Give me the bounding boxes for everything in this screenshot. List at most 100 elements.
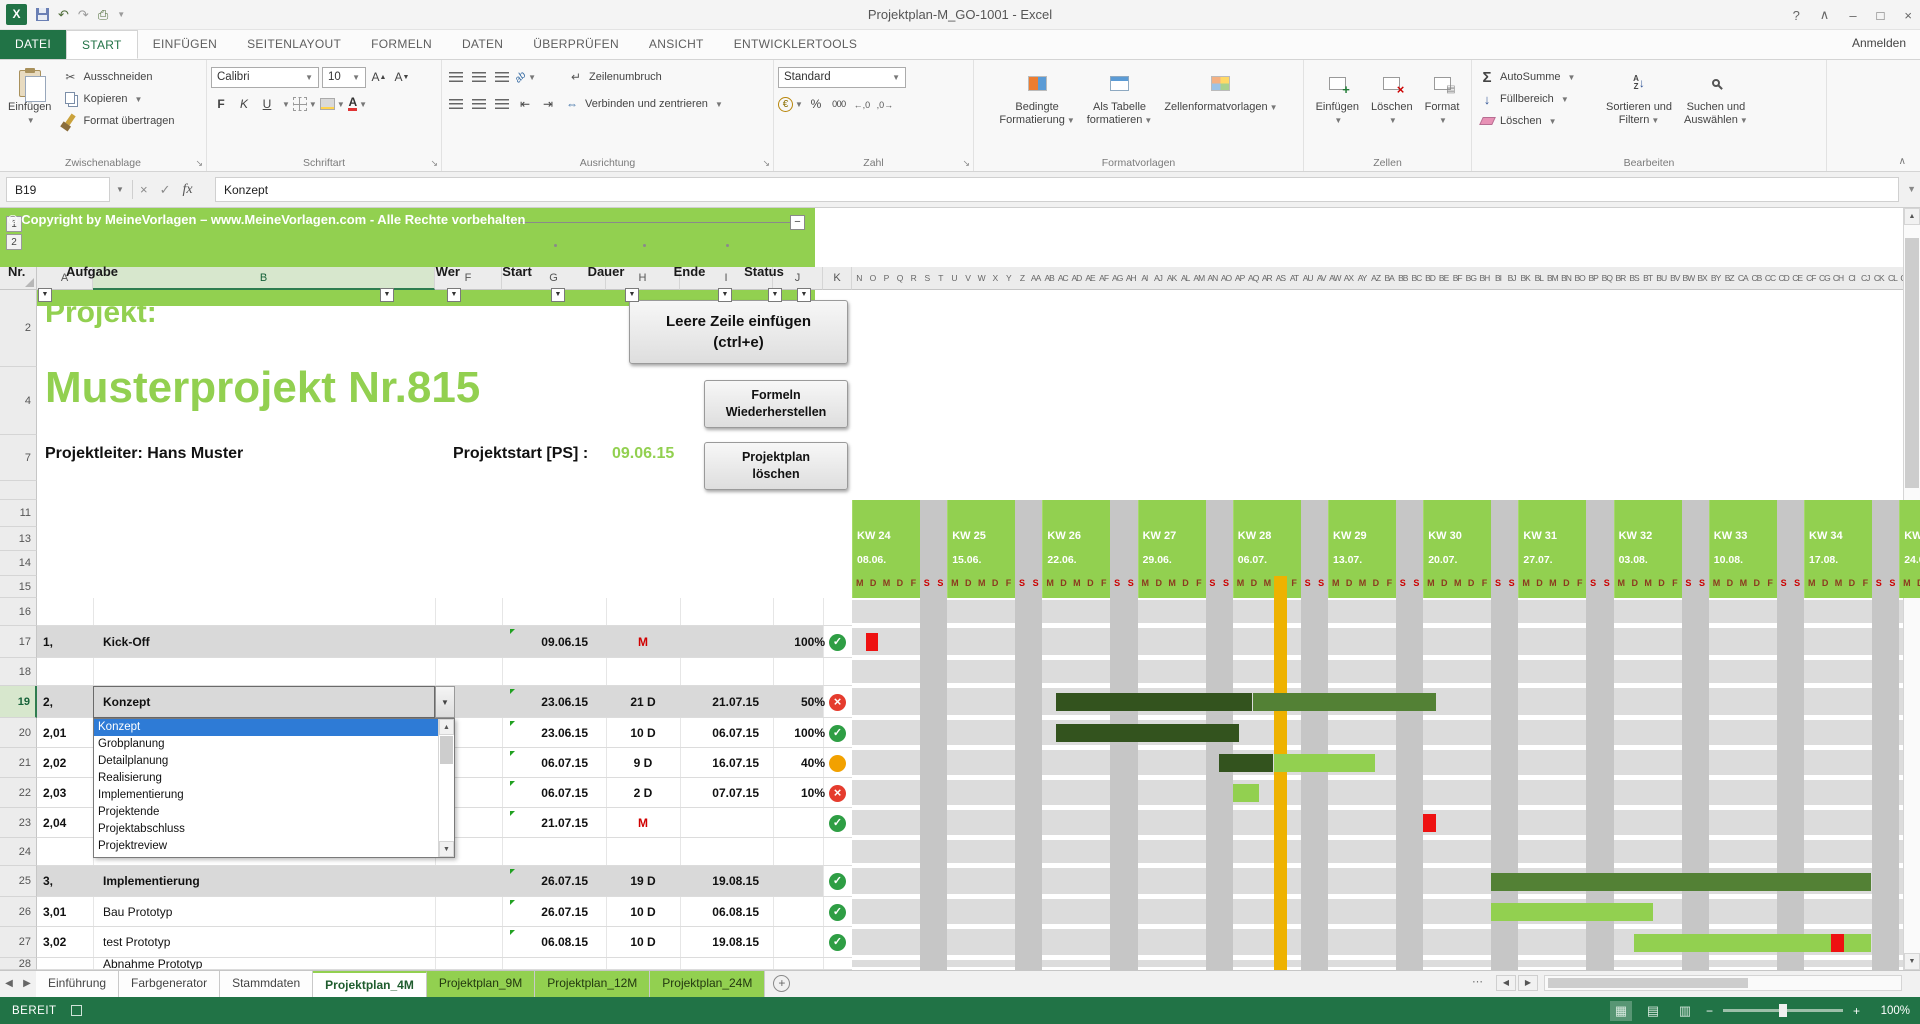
expand-formula-bar-icon[interactable]: ▼ xyxy=(1907,184,1916,194)
dropdown-item[interactable]: Projektabschluss xyxy=(94,821,438,838)
dropdown-item[interactable]: Implementierung xyxy=(94,787,438,804)
sheet-tab-projektplan_4m[interactable]: Projektplan_4M xyxy=(313,971,427,997)
insert-empty-row-button[interactable]: Leere Zeile einfügen(ctrl+e) xyxy=(629,300,848,364)
column-header-CB[interactable]: CB xyxy=(1750,267,1765,290)
ribbon-tab-start[interactable]: START xyxy=(66,30,138,59)
dialog-launcher-icon[interactable]: ↘ xyxy=(195,158,203,169)
enter-icon[interactable]: ✓ xyxy=(160,182,171,198)
tab-split-handle[interactable]: ⋯ xyxy=(1472,975,1484,988)
column-header-BZ[interactable]: BZ xyxy=(1722,267,1737,290)
scroll-thumb[interactable] xyxy=(1905,238,1919,488)
increase-indent-icon[interactable]: ⇥ xyxy=(538,94,558,114)
cell-ende[interactable]: 19.08.15 xyxy=(680,927,759,957)
row-header-19[interactable]: 19 xyxy=(0,686,37,718)
wrap-text-button[interactable]: ↵Zeilenumbruch xyxy=(565,67,665,87)
cell-dauer[interactable]: 21 D xyxy=(606,686,680,717)
column-header-AY[interactable]: AY xyxy=(1355,267,1370,290)
autosum-button[interactable]: ΣAutoSumme▼ xyxy=(1476,67,1598,87)
name-box[interactable]: B19 xyxy=(6,177,110,202)
row-header-20[interactable]: 20 xyxy=(0,718,37,748)
dropdown-item[interactable]: Projektende xyxy=(94,804,438,821)
cell-wer[interactable] xyxy=(435,866,497,896)
column-header-BC[interactable]: BC xyxy=(1410,267,1425,290)
font-family-select[interactable]: Calibri▼ xyxy=(211,67,319,88)
zoom-in-icon[interactable]: + xyxy=(1853,1004,1860,1018)
ribbon-tab-entwicklertools[interactable]: ENTWICKLERTOOLS xyxy=(719,30,872,59)
column-header-BB[interactable]: BB xyxy=(1396,267,1411,290)
dropdown-item[interactable]: Grobplanung xyxy=(94,736,438,753)
formula-input[interactable]: Konzept xyxy=(215,177,1899,202)
ribbon-tab-seitenlayout[interactable]: SEITENLAYOUT xyxy=(232,30,356,59)
column-header-BH[interactable]: BH xyxy=(1478,267,1493,290)
column-header-BW[interactable]: BW xyxy=(1682,267,1697,290)
column-header-O[interactable]: O xyxy=(866,267,881,290)
filter-icon[interactable]: ▼ xyxy=(625,288,639,302)
column-header-Z[interactable]: Z xyxy=(1015,267,1030,290)
cell-status-pct[interactable]: 10% xyxy=(773,778,825,807)
comma-style-button[interactable]: 000 xyxy=(829,94,849,114)
column-header-AR[interactable]: AR xyxy=(1260,267,1275,290)
column-header-BT[interactable]: BT xyxy=(1641,267,1656,290)
cell-nr[interactable]: 3,01 xyxy=(43,897,93,926)
sheet-tab-farbgenerator[interactable]: Farbgenerator xyxy=(119,971,220,997)
cell-ende[interactable] xyxy=(680,626,759,657)
filter-icon[interactable]: ▼ xyxy=(380,288,394,302)
sheet-tab-projektplan_9m[interactable]: Projektplan_9M xyxy=(427,971,535,997)
cell-wer[interactable] xyxy=(435,927,497,957)
help-icon[interactable]: ? xyxy=(1793,8,1800,23)
column-header-R[interactable]: R xyxy=(906,267,921,290)
cell-nr[interactable]: 3,02 xyxy=(43,927,93,957)
sort-filter-button[interactable]: AZ↓ Sortieren und Filtern▼ xyxy=(1602,65,1676,153)
cell-wer[interactable] xyxy=(435,958,497,969)
collapse-ribbon-icon[interactable]: ∧ xyxy=(1899,156,1906,167)
column-header-AS[interactable]: AS xyxy=(1274,267,1289,290)
row-header-hidden[interactable] xyxy=(0,481,37,500)
merge-center-button[interactable]: ⇔Verbinden und zentrieren▼ xyxy=(561,94,726,114)
cell-dauer[interactable]: 10 D xyxy=(606,718,680,747)
hscroll-right-icon[interactable]: ▶ xyxy=(1518,975,1538,991)
underline-button[interactable]: U xyxy=(257,94,277,114)
column-header-BP[interactable]: BP xyxy=(1586,267,1601,290)
cell-dauer[interactable]: 19 D xyxy=(606,866,680,896)
scroll-down-icon[interactable]: ▼ xyxy=(1904,953,1920,970)
column-header-AT[interactable]: AT xyxy=(1287,267,1302,290)
cell-wer[interactable] xyxy=(435,626,497,657)
scroll-thumb[interactable] xyxy=(440,736,453,764)
column-header-S[interactable]: S xyxy=(920,267,935,290)
clear-plan-button[interactable]: Projektplanlöschen xyxy=(704,442,848,490)
restore-icon[interactable]: □ xyxy=(1877,8,1885,23)
column-header-BL[interactable]: BL xyxy=(1532,267,1547,290)
format-cells-button[interactable]: Format▼ xyxy=(1421,65,1464,153)
cell-task[interactable]: Abnahme Prototyp xyxy=(103,958,433,969)
column-header-BG[interactable]: BG xyxy=(1464,267,1479,290)
column-header-BN[interactable]: BN xyxy=(1559,267,1574,290)
column-header-AU[interactable]: AU xyxy=(1301,267,1316,290)
sign-in-link[interactable]: Anmelden xyxy=(1852,36,1906,50)
column-header-BU[interactable]: BU xyxy=(1654,267,1669,290)
row-header-17[interactable]: 17 xyxy=(0,626,37,658)
column-header-CL[interactable]: CL xyxy=(1886,267,1901,290)
column-header-BJ[interactable]: BJ xyxy=(1505,267,1520,290)
column-header-BF[interactable]: BF xyxy=(1450,267,1465,290)
row-header-22[interactable]: 22 xyxy=(0,778,37,808)
tab-scroll-right-icon[interactable]: ▶ xyxy=(18,971,36,997)
cell-status-pct[interactable] xyxy=(773,897,825,926)
page-layout-view-icon[interactable]: ▤ xyxy=(1642,1001,1664,1021)
decrease-indent-icon[interactable]: ⇤ xyxy=(515,94,535,114)
cell-nr[interactable]: 1, xyxy=(43,626,93,657)
cell-status-pct[interactable] xyxy=(773,866,825,896)
cell-nr[interactable]: 3, xyxy=(43,866,93,896)
column-header-AZ[interactable]: AZ xyxy=(1369,267,1384,290)
dropdown-item[interactable]: Projektreview xyxy=(94,838,438,855)
column-header-N[interactable]: N xyxy=(852,267,867,290)
cell-nr[interactable]: 2, xyxy=(43,686,93,717)
filter-icon[interactable]: ▼ xyxy=(38,288,52,302)
align-bottom-icon[interactable] xyxy=(492,67,512,87)
column-header-U[interactable]: U xyxy=(947,267,962,290)
ribbon-tab-ansicht[interactable]: ANSICHT xyxy=(634,30,719,59)
cell-task[interactable]: Kick-Off xyxy=(103,626,433,657)
row-header-21[interactable]: 21 xyxy=(0,748,37,778)
column-header-AF[interactable]: AF xyxy=(1097,267,1112,290)
column-header-AE[interactable]: AE xyxy=(1083,267,1098,290)
row-header-16[interactable]: 16 xyxy=(0,598,37,626)
